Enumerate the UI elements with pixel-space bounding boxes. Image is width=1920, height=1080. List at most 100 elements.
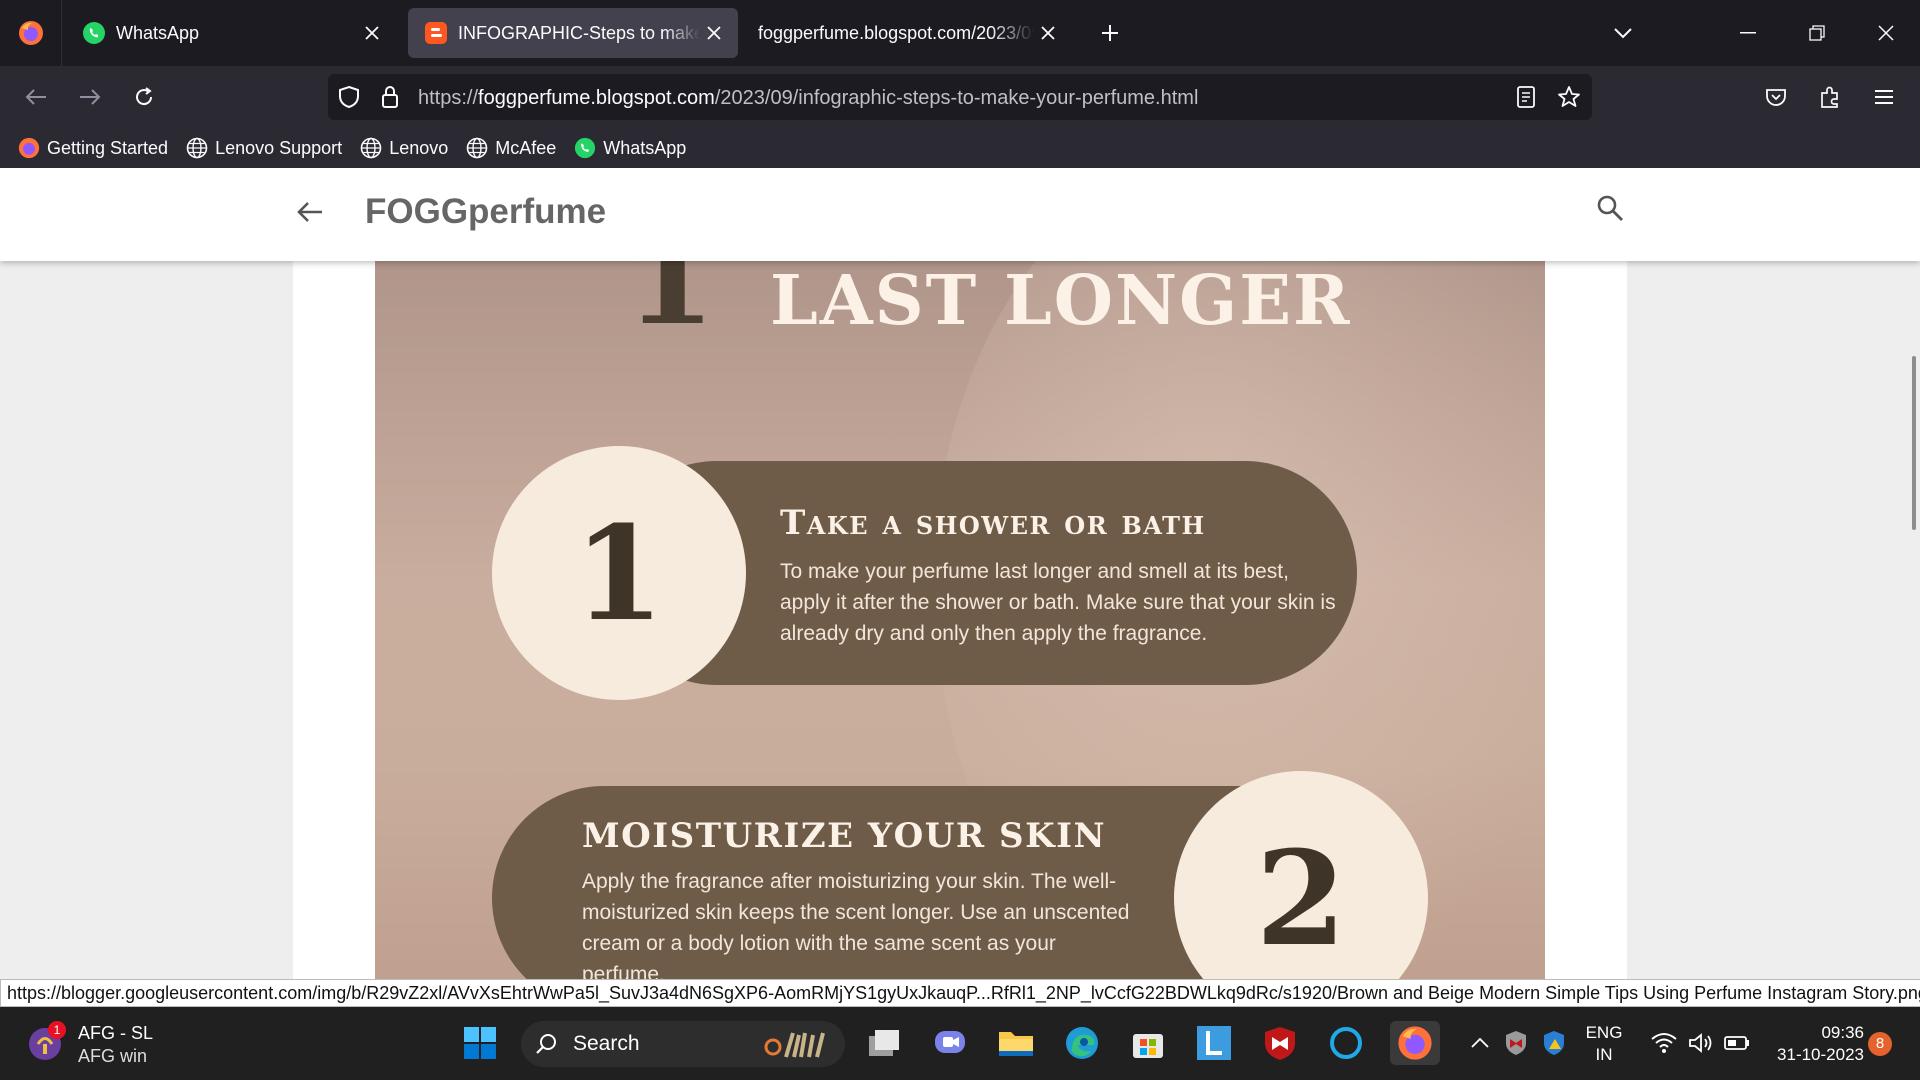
reload-button[interactable]: [124, 77, 164, 117]
restore-icon: [1809, 25, 1825, 41]
reload-icon: [136, 87, 153, 106]
search-icon: [536, 1034, 556, 1054]
mcafee-button[interactable]: [1258, 1021, 1302, 1065]
firefox-icon: [18, 137, 40, 159]
url-prefix: https://: [418, 87, 479, 109]
globe-icon: [466, 137, 488, 159]
close-tab-icon[interactable]: [700, 19, 728, 47]
list-all-tabs-button[interactable]: [1603, 13, 1643, 53]
bookmark-whatsapp[interactable]: WhatsApp: [574, 137, 686, 159]
windows-taskbar: 1 AFG - SL AFG win Search ENG IN 09:36 3…: [0, 1007, 1920, 1080]
plus-icon: [1102, 25, 1118, 41]
cortana-button[interactable]: [1324, 1021, 1368, 1065]
step-text: Apply the fragrance after moisturizing y…: [582, 870, 1130, 979]
bookmark-label: Getting Started: [47, 137, 169, 158]
bookmark-label: WhatsApp: [603, 137, 687, 158]
page-scrollbar[interactable]: [1912, 356, 1916, 530]
bookmark-getting-started[interactable]: Getting Started: [18, 137, 168, 159]
infographic-top-number: 1: [625, 261, 716, 354]
restore-button[interactable]: [1797, 13, 1837, 53]
microsoft-store-button[interactable]: [1126, 1021, 1170, 1065]
bookmark-mcafee[interactable]: McAfee: [466, 137, 556, 159]
tab-foggperfume[interactable]: foggperfume.blogspot.com/2023/09/: [742, 8, 1072, 58]
lock-icon[interactable]: [380, 85, 400, 109]
blog-title[interactable]: FOGGperfume: [365, 192, 606, 232]
start-button[interactable]: [458, 1021, 502, 1065]
quick-settings-button[interactable]: [1640, 1021, 1760, 1065]
close-icon: [1878, 25, 1894, 41]
arrow-left-icon: [25, 89, 46, 105]
mcafee-shield-icon: [1265, 1027, 1295, 1060]
close-window-button[interactable]: [1866, 13, 1906, 53]
windows-logo-icon: [464, 1027, 496, 1059]
bookmark-star-icon[interactable]: [1557, 85, 1581, 109]
chevron-down-icon: [1614, 28, 1632, 39]
step-number-1: 1: [492, 446, 746, 700]
teams-chat-button[interactable]: [928, 1021, 972, 1065]
blog-search-button[interactable]: [1590, 188, 1630, 228]
step-text: To make your perfume last longer and sme…: [780, 560, 1336, 645]
app-menu-button[interactable]: [1864, 77, 1904, 117]
firefox-view-button[interactable]: [0, 0, 62, 66]
tab-bar: WhatsApp INFOGRAPHIC-Steps to make your …: [0, 0, 1920, 66]
back-button[interactable]: [16, 77, 56, 117]
new-tab-button[interactable]: [1090, 13, 1130, 53]
extensions-button[interactable]: [1810, 77, 1850, 117]
pocket-icon: [1766, 89, 1786, 106]
volume-icon: [1689, 1033, 1712, 1053]
tracking-protection-shield-icon[interactable]: [338, 85, 360, 109]
url-text[interactable]: https://foggperfume.blogspot.com/2023/09…: [418, 87, 1198, 110]
bookmark-label: Lenovo: [389, 137, 449, 158]
whatsapp-icon: [82, 21, 106, 45]
minimize-icon: [1740, 32, 1756, 34]
lenovo-vantage-button[interactable]: [1192, 1021, 1236, 1065]
language-line2: IN: [1595, 1045, 1613, 1064]
battery-icon: [1724, 1036, 1749, 1050]
input-language-indicator[interactable]: ENG IN: [1578, 1022, 1630, 1066]
blog-header: FOGGperfume: [0, 168, 1920, 261]
store-icon: [1133, 1034, 1163, 1058]
tab-title: WhatsApp: [116, 22, 200, 43]
edge-icon: [1066, 1027, 1098, 1059]
task-view-button[interactable]: [862, 1021, 906, 1065]
taskbar-search-box[interactable]: Search: [521, 1021, 845, 1067]
mcafee-tray-icon: [1506, 1031, 1526, 1055]
tab-title: INFOGRAPHIC-Steps to make your perfume: [458, 22, 700, 43]
show-hidden-icons-button[interactable]: [1460, 1021, 1500, 1065]
pocket-button[interactable]: [1756, 77, 1796, 117]
mcafee-tray-button[interactable]: [1496, 1021, 1536, 1065]
minimize-button[interactable]: [1728, 13, 1768, 53]
weather-line2: AFG win: [78, 1046, 148, 1066]
security-shield-icon: [1544, 1031, 1564, 1055]
close-tab-icon[interactable]: [358, 19, 386, 47]
back-arrow-button[interactable]: [290, 192, 330, 232]
tab-infographic[interactable]: INFOGRAPHIC-Steps to make your perfume: [408, 8, 738, 58]
forward-button[interactable]: [70, 77, 110, 117]
infographic-heading: LAST LONGER: [770, 261, 1352, 341]
notification-center-badge[interactable]: 8: [1868, 1032, 1892, 1056]
firefox-taskbar-button[interactable]: [1390, 1021, 1440, 1065]
tab-title: foggperfume.blogspot.com/2023/09/: [758, 22, 1034, 43]
edge-browser-button[interactable]: [1060, 1021, 1104, 1065]
clock[interactable]: 09:36 31-10-2023: [1764, 1022, 1864, 1066]
blogger-icon: [424, 21, 448, 45]
address-bar[interactable]: https://foggperfume.blogspot.com/2023/09…: [328, 74, 1592, 120]
file-explorer-button[interactable]: [994, 1021, 1038, 1065]
reader-view-icon[interactable]: [1516, 86, 1536, 108]
weather-widget[interactable]: 1 AFG - SL AFG win: [26, 1019, 176, 1069]
firefox-icon: [18, 21, 43, 45]
tab-whatsapp[interactable]: WhatsApp: [66, 8, 396, 58]
globe-icon: [360, 137, 382, 159]
close-tab-icon[interactable]: [1034, 19, 1062, 47]
bookmark-lenovo-support[interactable]: Lenovo Support: [186, 137, 342, 159]
bookmark-label: McAfee: [495, 137, 557, 158]
link-status-tooltip: https://blogger.googleusercontent.com/im…: [0, 979, 1920, 1007]
navigation-toolbar: https://foggperfume.blogspot.com/2023/09…: [0, 66, 1920, 128]
lenovo-l-icon: [1197, 1026, 1231, 1060]
arrow-right-icon: [80, 89, 101, 105]
puzzle-piece-icon: [1821, 86, 1838, 108]
search-highlight-illustration-icon: [764, 1032, 825, 1058]
notification-badge: 1: [48, 1021, 66, 1039]
bookmark-lenovo[interactable]: Lenovo: [360, 137, 448, 159]
windows-security-tray-button[interactable]: [1534, 1021, 1574, 1065]
